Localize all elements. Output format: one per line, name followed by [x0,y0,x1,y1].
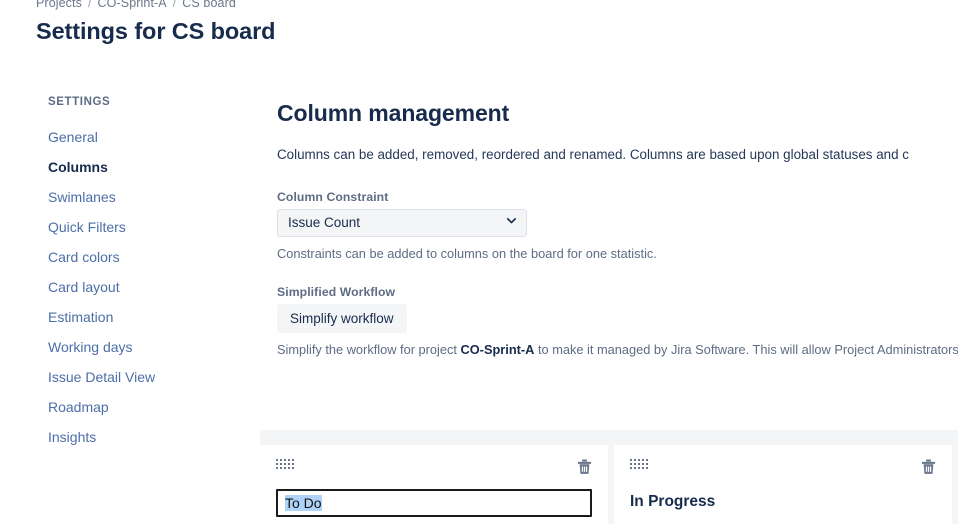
sidebar-item-insights[interactable]: Insights [48,422,238,452]
sidebar-heading: SETTINGS [48,96,111,108]
column-card-header [630,459,936,479]
simplified-workflow-help: Simplify the workflow for project CO-Spr… [277,342,958,357]
column-constraint-select[interactable]: Issue Count [277,208,527,237]
trash-icon [577,459,592,478]
page-title: Settings for CS board [36,18,276,44]
sidebar-item-columns[interactable]: Columns [48,152,238,182]
sidebar-item-quick-filters[interactable]: Quick Filters [48,212,238,242]
settings-page: Projects / CO-Sprint-A / CS board Settings f… [0,0,958,524]
column-card[interactable]: In Progress [614,445,952,524]
column-constraint-help: Constraints can be added to columns on t… [277,245,657,261]
column-name-input[interactable] [276,489,592,517]
breadcrumb-separator: / [87,0,92,10]
delete-column-button[interactable] [921,459,936,475]
column-constraint-label: Column Constraint [277,189,389,204]
column-list: In Progress [260,445,958,524]
sidebar-item-estimation[interactable]: Estimation [48,302,238,332]
simplify-workflow-button[interactable]: Simplify workflow [277,303,407,333]
column-name-label[interactable]: In Progress [630,493,936,511]
breadcrumb-item-project[interactable]: CO-Sprint-A [98,0,167,10]
sidebar-item-general[interactable]: General [48,122,238,152]
column-constraint-select-wrap: Issue Count [277,208,527,237]
breadcrumb: Projects / CO-Sprint-A / CS board [36,0,236,10]
sidebar-item-card-layout[interactable]: Card layout [48,272,238,302]
sidebar-item-issue-detail-view[interactable]: Issue Detail View [48,362,238,392]
settings-sidebar: SETTINGS General Columns Swimlanes Quick… [48,96,238,452]
breadcrumb-separator: / [172,0,177,10]
trash-icon [921,459,936,478]
column-card-header [276,459,592,479]
column-card[interactable] [260,445,608,524]
sidebar-item-working-days[interactable]: Working days [48,332,238,362]
breadcrumb-item-projects[interactable]: Projects [36,0,82,10]
breadcrumb-item-board[interactable]: CS board [182,0,236,10]
column-board-region: In Progress [260,430,958,524]
simplify-help-project: CO-Sprint-A [460,341,535,357]
sidebar-item-swimlanes[interactable]: Swimlanes [48,182,238,212]
section-description: Columns can be added, removed, reordered… [277,147,909,162]
delete-column-button[interactable] [577,459,592,475]
drag-handle-icon[interactable] [276,459,296,472]
simplified-workflow-label: Simplified Workflow [277,284,396,299]
main-content: Column management Columns can be added, … [277,100,958,357]
sidebar-item-card-colors[interactable]: Card colors [48,242,238,272]
simplify-help-prefix: Simplify the workflow for project [277,341,461,357]
sidebar-item-roadmap[interactable]: Roadmap [48,392,238,422]
drag-handle-icon[interactable] [630,459,650,472]
section-title: Column management [277,100,510,126]
column-constraint-group: Column Constraint Issue Count Constraint… [277,190,958,261]
simplified-workflow-group: Simplified Workflow Simplify workflow Si… [277,285,958,357]
simplify-help-suffix: to make it managed by Jira Software. Thi… [534,341,958,357]
